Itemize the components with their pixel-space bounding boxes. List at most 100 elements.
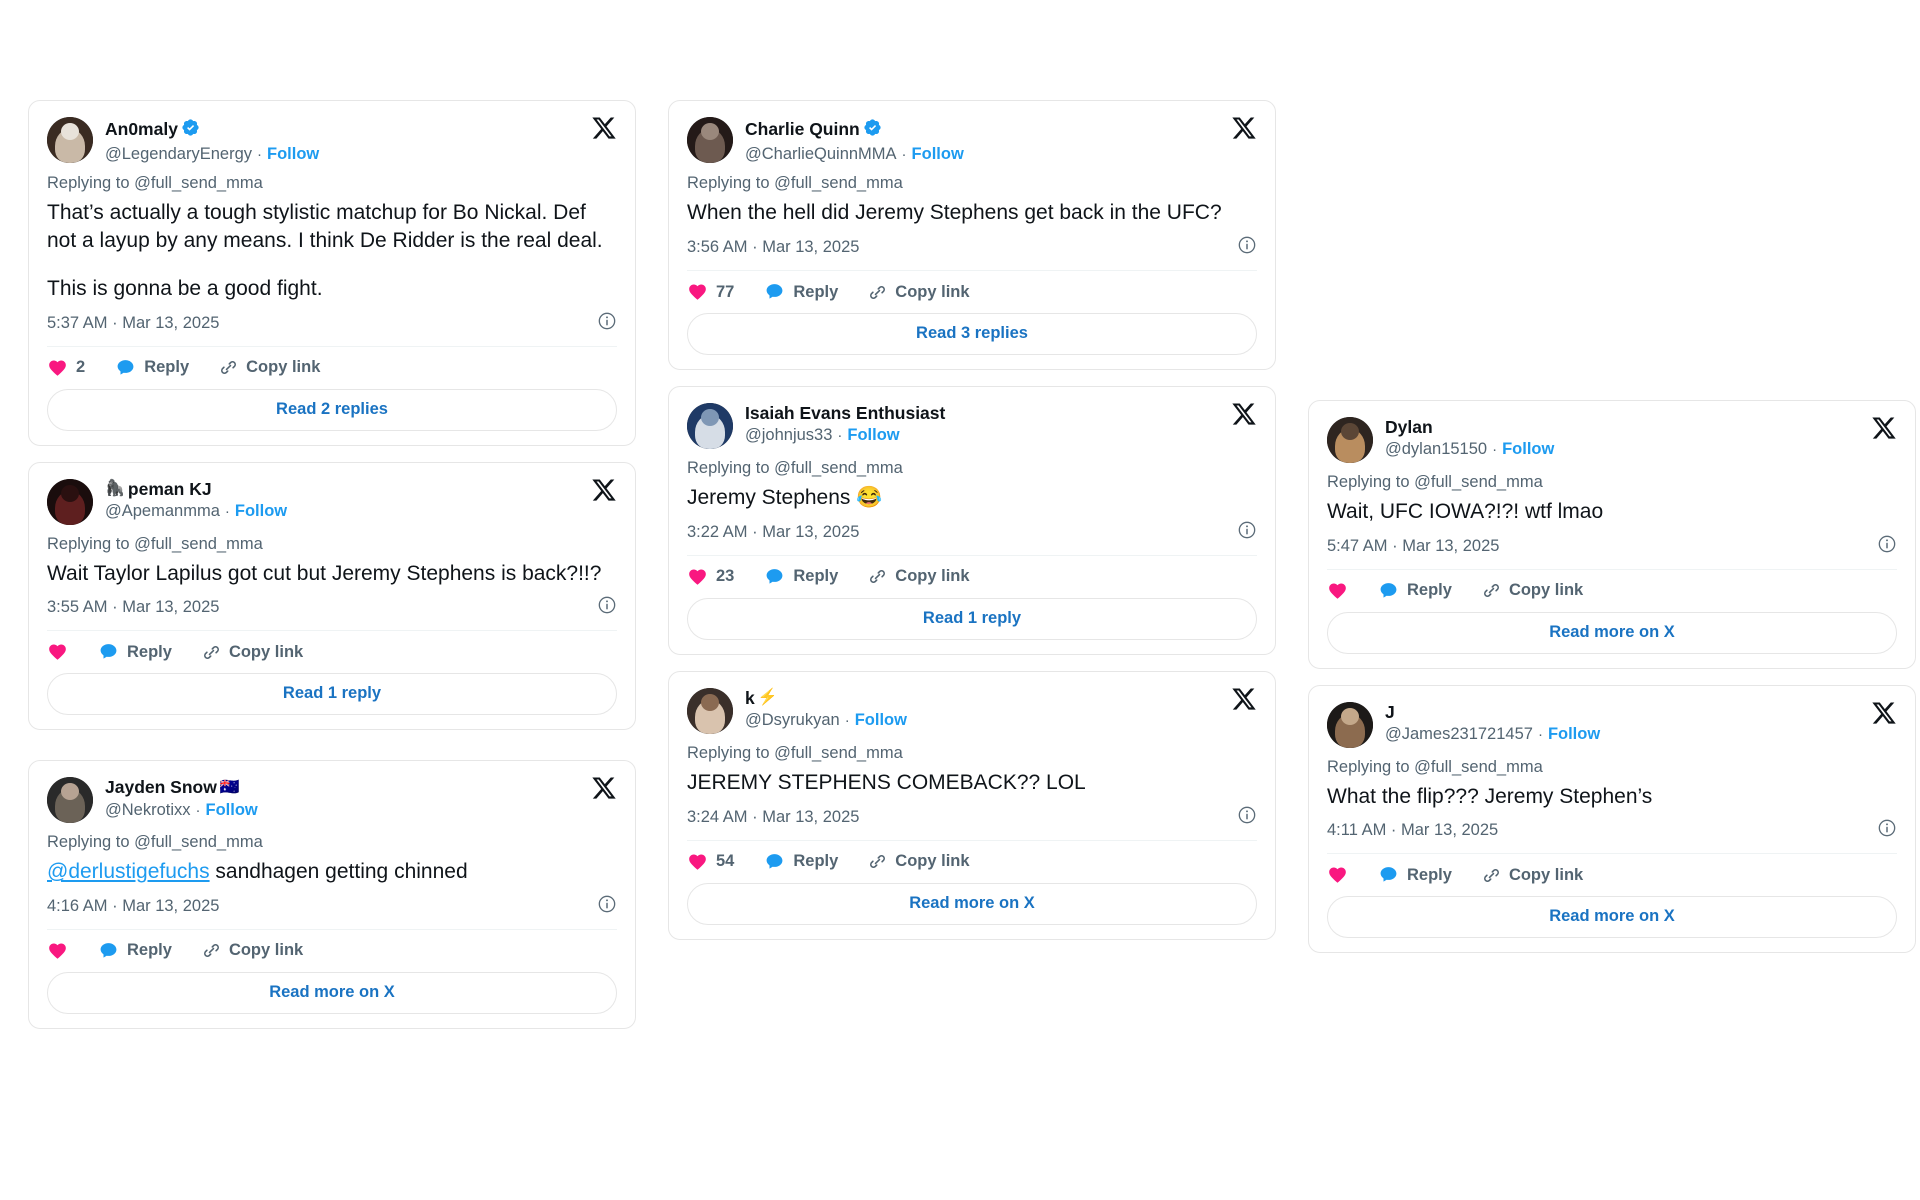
copy-link-button[interactable]: Copy link [868, 852, 970, 871]
copy-link-button[interactable]: Copy link [868, 567, 970, 586]
reply-button[interactable]: Reply [98, 941, 172, 961]
tweet-body: What the flip??? Jeremy Stephen’s [1327, 783, 1897, 811]
info-circle-icon[interactable] [1237, 235, 1257, 260]
x-logo-icon[interactable] [591, 115, 617, 141]
author-display-name[interactable]: Isaiah Evans Enthusiast [745, 403, 945, 423]
author-handle[interactable]: @CharlieQuinnMMA [745, 145, 897, 165]
follow-button[interactable]: Follow [847, 426, 899, 446]
reply-button[interactable]: Reply [764, 852, 838, 872]
author-handle[interactable]: @johnjus33 [745, 426, 832, 446]
like-button[interactable] [1327, 865, 1348, 885]
author-handle-row: @James231721457 · Follow [1385, 725, 1897, 745]
like-button[interactable] [47, 941, 68, 961]
info-circle-icon[interactable] [1877, 534, 1897, 559]
read-more-button[interactable]: Read 1 reply [47, 673, 617, 716]
reply-button[interactable]: Reply [1378, 581, 1452, 601]
tweet-body: Wait Taylor Lapilus got cut but Jeremy S… [47, 560, 617, 588]
copy-link-label: Copy link [1508, 581, 1584, 600]
read-more-button[interactable]: Read more on X [1327, 611, 1897, 654]
follow-button[interactable]: Follow [1548, 725, 1600, 745]
mention-link[interactable]: @derlustigefuchs [47, 860, 210, 883]
info-circle-icon[interactable] [597, 894, 617, 919]
read-more-button[interactable]: Read more on X [687, 882, 1257, 925]
author-display-name[interactable]: k [745, 688, 755, 708]
reply-button[interactable]: Reply [764, 282, 838, 302]
follow-button[interactable]: Follow [1502, 440, 1554, 460]
read-more-button[interactable]: Read more on X [1327, 896, 1897, 939]
reply-button[interactable]: Reply [115, 358, 189, 378]
x-logo-icon[interactable] [1871, 415, 1897, 441]
info-circle-icon[interactable] [1877, 818, 1897, 843]
x-logo-icon[interactable] [1231, 115, 1257, 141]
info-circle-icon[interactable] [1237, 805, 1257, 830]
tweet-timestamp[interactable]: 4:11 AM · Mar 13, 2025 [1327, 821, 1498, 840]
like-button[interactable] [1327, 581, 1348, 601]
like-button[interactable] [47, 642, 68, 662]
tweet-body-line: Jeremy Stephens 😂 [687, 486, 883, 510]
info-circle-icon[interactable] [1237, 520, 1257, 545]
dot-separator: · [1492, 441, 1498, 459]
tweet-body-line: Wait, UFC IOWA?!?! wtf lmao [1327, 500, 1604, 523]
like-button[interactable]: 54 [687, 852, 734, 872]
tweet-author-header: k ⚡ @Dsyrukyan · Follow [687, 687, 1257, 734]
author-display-name[interactable]: peman KJ [128, 479, 212, 499]
info-circle-icon[interactable] [597, 311, 617, 336]
tweet-card: Jayden Snow 🇦🇺 @Nekrotixx · Follow Replying t… [28, 760, 636, 1029]
tweet-timestamp[interactable]: 5:47 AM · Mar 13, 2025 [1327, 537, 1499, 556]
author-identity: Isaiah Evans Enthusiast @johnjus33 · Follow [745, 403, 1257, 446]
copy-link-button[interactable]: Copy link [868, 283, 970, 302]
like-button[interactable]: 23 [687, 567, 734, 587]
author-handle[interactable]: @James231721457 [1385, 725, 1533, 745]
tweet-timestamp[interactable]: 4:16 AM · Mar 13, 2025 [47, 897, 219, 916]
author-identity: Jayden Snow 🇦🇺 @Nekrotixx · Follow [105, 777, 617, 820]
author-display-name[interactable]: Charlie Quinn [745, 119, 860, 139]
author-handle[interactable]: @Nekrotixx [105, 801, 191, 821]
x-logo-icon[interactable] [1231, 686, 1257, 712]
author-display-name[interactable]: Jayden Snow [105, 778, 217, 798]
dot-separator: · [257, 145, 263, 163]
like-button[interactable]: 2 [47, 358, 85, 378]
author-name-row: An0maly [105, 118, 617, 142]
read-more-button[interactable]: Read more on X [47, 971, 617, 1014]
tweet-timestamp[interactable]: 3:55 AM · Mar 13, 2025 [47, 598, 219, 617]
author-handle[interactable]: @LegendaryEnergy [105, 145, 252, 165]
tweet-timestamp[interactable]: 3:56 AM · Mar 13, 2025 [687, 238, 859, 257]
author-display-name[interactable]: Dylan [1385, 417, 1433, 437]
gorilla-emoji: 🦍 [105, 480, 125, 498]
read-more-button[interactable]: Read 3 replies [687, 313, 1257, 356]
author-display-name[interactable]: J [1385, 702, 1395, 722]
copy-link-button[interactable]: Copy link [219, 358, 320, 377]
follow-button[interactable]: Follow [855, 711, 907, 731]
tweet-timestamp[interactable]: 3:22 AM · Mar 13, 2025 [687, 523, 859, 542]
reply-button[interactable]: Reply [1378, 865, 1452, 885]
author-name-row: J [1385, 702, 1897, 722]
read-more-button[interactable]: Read 1 reply [687, 597, 1257, 640]
copy-link-button[interactable]: Copy link [1482, 581, 1583, 600]
info-circle-icon[interactable] [597, 595, 617, 620]
author-handle[interactable]: @Apemanmma [105, 502, 220, 522]
tweet-timestamp[interactable]: 3:24 AM · Mar 13, 2025 [687, 808, 859, 827]
copy-link-button[interactable]: Copy link [202, 643, 303, 662]
tweet-timestamp[interactable]: 5:37 AM · Mar 13, 2025 [47, 314, 219, 333]
follow-button[interactable]: Follow [206, 801, 258, 821]
copy-link-button[interactable]: Copy link [1482, 866, 1583, 885]
x-logo-icon[interactable] [1231, 401, 1257, 427]
follow-button[interactable]: Follow [912, 145, 964, 165]
reply-button[interactable]: Reply [98, 642, 172, 662]
author-name-row: Dylan [1385, 417, 1897, 437]
follow-button[interactable]: Follow [267, 145, 319, 165]
x-logo-icon[interactable] [591, 477, 617, 503]
read-more-button[interactable]: Read 2 replies [47, 388, 617, 431]
author-display-name[interactable]: An0maly [105, 119, 178, 139]
author-handle[interactable]: @dylan15150 [1385, 440, 1487, 460]
follow-button[interactable]: Follow [235, 502, 287, 522]
reply-button[interactable]: Reply [764, 567, 838, 587]
author-name-row: Isaiah Evans Enthusiast [745, 403, 1257, 423]
dot-separator: · [837, 427, 843, 445]
author-handle[interactable]: @Dsyrukyan [745, 711, 840, 731]
x-logo-icon[interactable] [1871, 700, 1897, 726]
x-logo-icon[interactable] [591, 775, 617, 801]
copy-link-button[interactable]: Copy link [202, 941, 303, 960]
like-button[interactable]: 77 [687, 282, 734, 302]
replying-to-label: Replying to @full_send_mma [1327, 757, 1543, 776]
